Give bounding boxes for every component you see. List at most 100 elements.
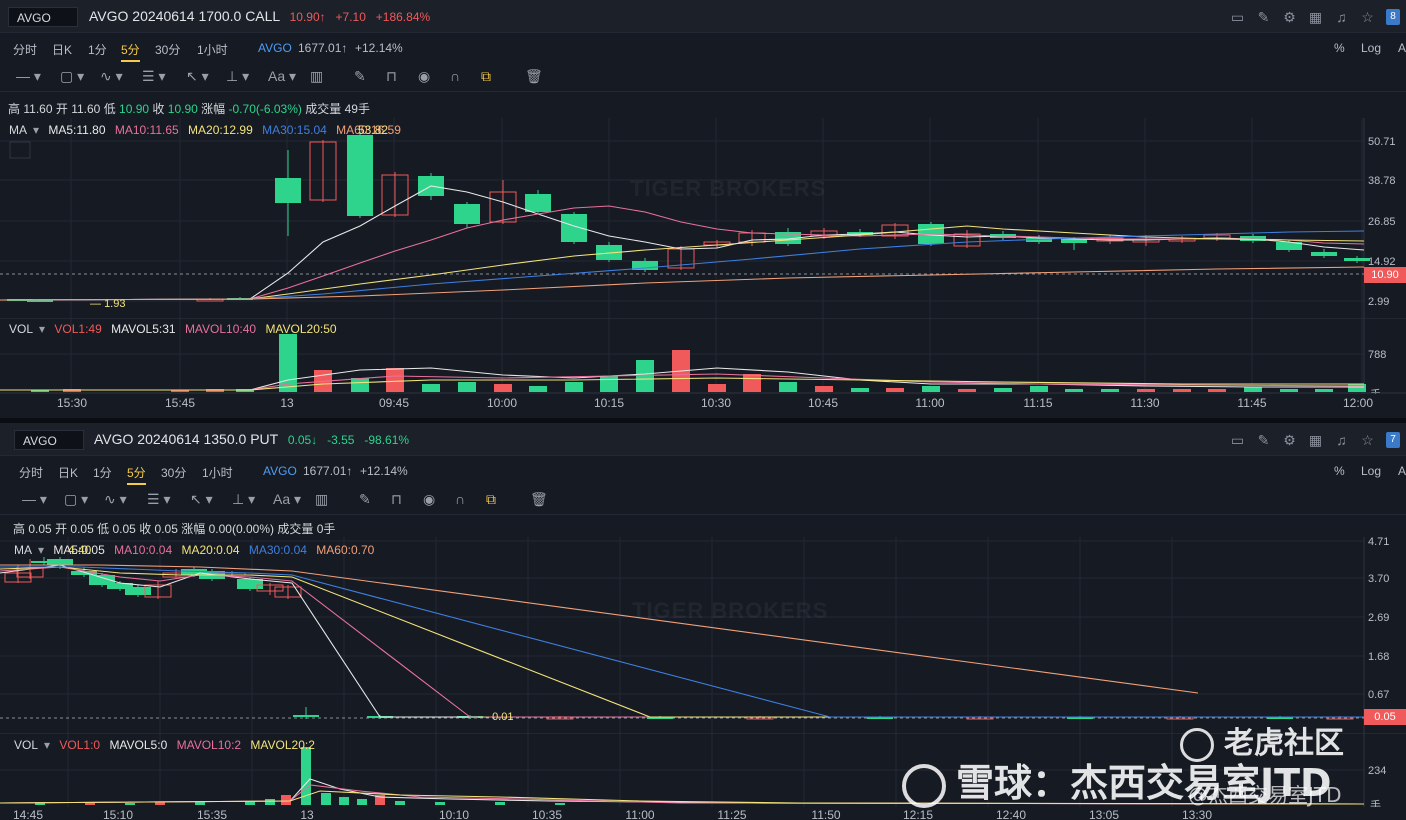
pen-icon[interactable]: ✎ — [354, 68, 366, 84]
underlying-label[interactable]: AVGO — [258, 41, 292, 55]
log-toggle[interactable]: Log — [1361, 41, 1381, 55]
gear-icon[interactable]: ⚙ — [1278, 7, 1301, 27]
candle-body — [561, 214, 587, 242]
volume-bar — [1137, 389, 1155, 392]
x-axis-label: 10:45 — [807, 396, 839, 410]
pct-toggle[interactable]: % — [1334, 464, 1345, 478]
link-group-badge[interactable]: 7 — [1386, 432, 1400, 448]
star-icon[interactable]: ☆ — [1356, 430, 1379, 450]
symbol-box[interactable]: AVGO — [8, 7, 78, 27]
x-axis-label: 10:15 — [593, 396, 625, 410]
volume-bar — [395, 801, 405, 805]
magnet-icon[interactable]: ∩ — [455, 491, 465, 507]
eye-icon[interactable]: ◉ — [423, 491, 435, 507]
fib-tool-icon[interactable]: ☰ ▾ — [147, 491, 170, 507]
line-tool-icon[interactable]: — ▾ — [22, 491, 47, 507]
bars-tool-icon[interactable]: ▥ — [310, 68, 323, 84]
underlying-label[interactable]: AVGO — [263, 464, 297, 478]
bell-icon[interactable]: ♫ — [1330, 7, 1353, 27]
x-axis-label: 15:45 — [164, 396, 196, 410]
volume-bar — [435, 802, 445, 805]
lock-icon[interactable]: ⊓ — [391, 491, 402, 507]
rect-tool-icon[interactable]: ▢ ▾ — [64, 491, 88, 507]
fib-tool-icon[interactable]: ☰ ▾ — [142, 68, 165, 84]
volume-bar — [458, 382, 476, 392]
candle-body — [125, 587, 151, 595]
tf-30min[interactable]: 30分 — [161, 464, 186, 481]
tf-1hour[interactable]: 1小时 — [202, 464, 233, 481]
ohlc-line: 高 11.60 开 11.60 低 10.90 收 10.90 涨幅 -0.70… — [8, 102, 370, 116]
high-marker: 4.40 — [68, 543, 92, 557]
layout-grid-icon[interactable]: ▦ — [1304, 7, 1327, 27]
tf-fenshi[interactable]: 分时 — [19, 464, 43, 481]
tf-day[interactable]: 日K — [58, 464, 78, 481]
y-axis-label: 2.69 — [1368, 612, 1389, 624]
tf-1min[interactable]: 1分 — [88, 41, 107, 58]
log-toggle[interactable]: Log — [1361, 464, 1381, 478]
x-axis-label: 13 — [300, 808, 314, 820]
y-axis-label: 2.99 — [1368, 296, 1389, 308]
underlying-change: +12.14% — [360, 464, 408, 478]
pct-toggle[interactable]: % — [1334, 41, 1345, 55]
edit-icon[interactable]: ✎ — [1252, 7, 1275, 27]
candlestick-chart[interactable]: 4.71 3.70 2.69 1.68 0.67 — [0, 537, 1406, 733]
volume-bar — [743, 374, 761, 392]
eye-icon[interactable]: ◉ — [418, 68, 430, 84]
bell-icon[interactable]: ♫ — [1330, 430, 1353, 450]
candle-body — [47, 559, 73, 565]
edit-icon[interactable]: ✎ — [1252, 430, 1275, 450]
link-icon[interactable]: ⧉ — [481, 68, 491, 84]
measure-tool-icon[interactable]: ⊥ ▾ — [226, 68, 249, 84]
candlestick-chart[interactable]: 50.7138.7826.8514.922.99 — [0, 118, 1406, 318]
price-change: -3.55 — [327, 433, 355, 447]
volume-bar — [708, 384, 726, 392]
wave-tool-icon[interactable]: ∿ ▾ — [100, 68, 123, 84]
trash-icon[interactable]: 🗑 — [525, 68, 543, 84]
volume-bar — [815, 386, 833, 392]
wave-tool-icon[interactable]: ∿ ▾ — [104, 491, 127, 507]
arrow-tool-icon[interactable]: ↖ ▾ — [190, 491, 213, 507]
tf-30min[interactable]: 30分 — [155, 41, 180, 58]
price-change-pct: +186.84% — [375, 10, 431, 24]
gear-icon[interactable]: ⚙ — [1278, 430, 1301, 450]
star-icon[interactable]: ☆ — [1356, 7, 1379, 27]
line-tool-icon[interactable]: — ▾ — [16, 68, 41, 84]
x-axis-label: 11:45 — [1237, 396, 1267, 410]
trash-icon[interactable]: 🗑 — [530, 491, 548, 507]
magnet-icon[interactable]: ∩ — [450, 68, 460, 84]
x-axis-label: 12:40 — [995, 808, 1027, 820]
tf-day[interactable]: 日K — [52, 41, 72, 58]
text-tool-icon[interactable]: Aa ▾ — [273, 491, 301, 507]
volume-bar — [1315, 389, 1333, 392]
x-axis-label: 11:50 — [811, 808, 841, 820]
bars-tool-icon[interactable]: ▥ — [315, 491, 328, 507]
tf-fenshi[interactable]: 分时 — [13, 41, 37, 58]
lock-icon[interactable]: ⊓ — [386, 68, 397, 84]
measure-tool-icon[interactable]: ⊥ ▾ — [232, 491, 255, 507]
arrow-tool-icon[interactable]: ↖ ▾ — [186, 68, 209, 84]
tiger-watermark: TIGER BROKERS — [632, 598, 829, 623]
text-tool-icon[interactable]: Aa ▾ — [268, 68, 296, 84]
chart-type-icon[interactable]: ▭ — [1226, 7, 1249, 27]
volume-bar — [1030, 386, 1048, 392]
tf-5min[interactable]: 5分 — [121, 41, 140, 62]
tf-1min[interactable]: 1分 — [93, 464, 112, 481]
y-axis-label: 38.78 — [1368, 175, 1396, 187]
tf-5min[interactable]: 5分 — [127, 464, 146, 485]
auto-toggle[interactable]: A — [1398, 41, 1406, 55]
symbol-box[interactable]: AVGO — [14, 430, 84, 450]
chart-type-icon[interactable]: ▭ — [1226, 430, 1249, 450]
link-group-badge[interactable]: 8 — [1386, 9, 1400, 25]
tf-1hour[interactable]: 1小时 — [197, 41, 228, 58]
contract-title: AVGO 20240614 1350.0 PUT 0.05↓ -3.55 -98… — [94, 431, 409, 447]
high-marker: 53.82 — [358, 123, 389, 137]
volume-bar — [1173, 389, 1191, 392]
layout-grid-icon[interactable]: ▦ — [1304, 430, 1327, 450]
y-axis-label: 788 — [1368, 349, 1386, 361]
auto-toggle[interactable]: A — [1398, 464, 1406, 478]
pen-icon[interactable]: ✎ — [359, 491, 371, 507]
link-icon[interactable]: ⧉ — [486, 491, 496, 507]
ma60-line — [0, 564, 1199, 694]
volume-bar — [1101, 389, 1119, 392]
rect-tool-icon[interactable]: ▢ ▾ — [60, 68, 84, 84]
